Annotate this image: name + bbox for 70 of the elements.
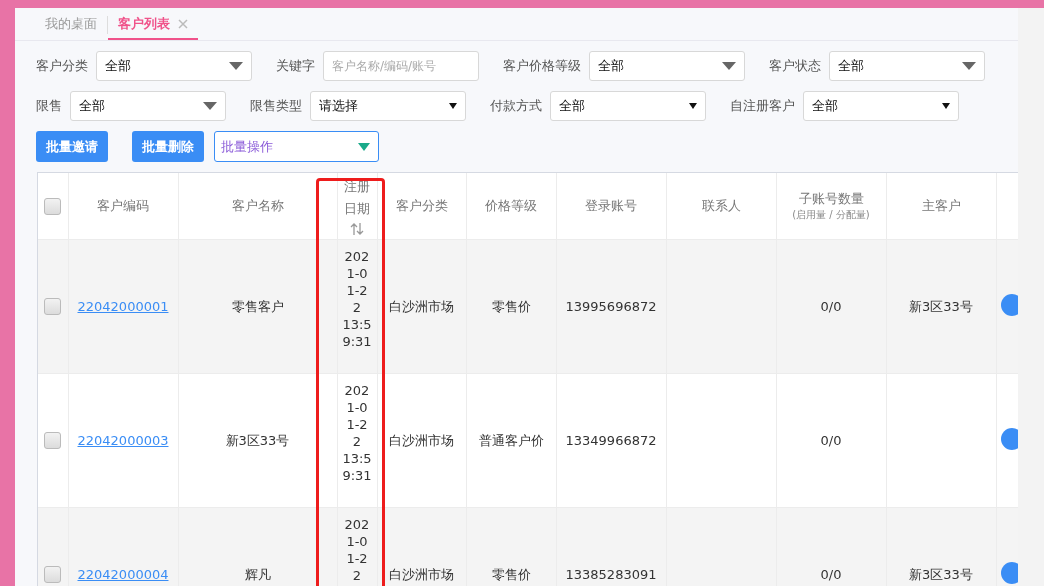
price-cell: 零售价 xyxy=(491,566,531,582)
main-customer-cell: 新3区33号 xyxy=(909,298,973,314)
filter-label: 付款方式 xyxy=(490,97,542,115)
select-field[interactable]: 全部 xyxy=(803,91,959,121)
column-header: 子账号数量 (启用量 / 分配量) xyxy=(792,190,870,222)
select-field[interactable]: 全部 xyxy=(550,91,706,121)
code-link[interactable]: 22042000004 xyxy=(77,567,169,582)
row-checkbox[interactable] xyxy=(44,566,62,583)
account-cell: 13385283091 xyxy=(565,567,657,582)
column-header: 价格等级 xyxy=(485,197,537,215)
count-cell: 0/0 xyxy=(820,567,842,582)
circle-icon[interactable] xyxy=(1001,562,1018,584)
name-cell: 新3区33号 xyxy=(225,432,290,448)
dropdown-icon xyxy=(449,103,457,109)
tab[interactable]: 我的桌面 xyxy=(35,10,107,40)
code-link[interactable]: 22042000001 xyxy=(77,299,169,314)
name-cell: 辉凡 xyxy=(244,566,271,582)
dropdown-icon xyxy=(722,62,736,70)
dropdown-icon xyxy=(358,142,370,151)
filter-label: 自注册客户 xyxy=(730,97,795,115)
select-field[interactable]: 请选择 xyxy=(310,91,466,121)
category-cell: 白沙洲市场 xyxy=(389,432,454,448)
batch-button[interactable]: 批量删除 xyxy=(132,131,204,162)
batch-button[interactable]: 批量邀请 xyxy=(36,131,108,162)
date-cell-text: 2021-01-22 xyxy=(343,516,371,584)
select-all-checkbox[interactable] xyxy=(44,197,62,215)
filter-label: 限售类型 xyxy=(250,97,302,115)
select-field[interactable]: 全部 xyxy=(829,51,985,81)
column-header: 联系人 xyxy=(701,197,741,215)
account-cell: 13349966872 xyxy=(565,433,657,448)
filter-label: 客户状态 xyxy=(769,57,821,75)
select-field[interactable]: 全部 xyxy=(96,51,252,81)
column-header: 客户名称 xyxy=(231,197,284,215)
sort-icon[interactable] xyxy=(350,222,364,236)
keyword-field[interactable]: 客户名称/编码/账号 xyxy=(323,51,479,81)
row-checkbox[interactable] xyxy=(44,432,62,449)
filter-label: 客户价格等级 xyxy=(503,57,581,75)
row-checkbox[interactable] xyxy=(44,298,62,315)
column-header: 登录账号 xyxy=(585,197,637,215)
tab[interactable]: 客户列表 xyxy=(108,10,198,40)
dropdown-icon xyxy=(962,62,976,70)
account-cell: 13995696872 xyxy=(565,299,657,314)
dropdown-icon xyxy=(942,103,950,109)
count-cell: 0/0 xyxy=(820,299,842,314)
select-field[interactable]: 全部 xyxy=(70,91,226,121)
price-cell: 普通客户价 xyxy=(478,432,544,448)
date-cell-text: 2021-01-22 13:59:31 xyxy=(341,382,373,484)
count-cell: 0/0 xyxy=(820,433,842,448)
circle-icon[interactable] xyxy=(1001,294,1018,316)
filter-label: 客户分类 xyxy=(36,57,88,75)
batch-select[interactable]: 批量操作 xyxy=(214,131,379,162)
price-cell: 零售价 xyxy=(491,298,531,314)
column-header: 主客户 xyxy=(921,197,961,215)
filter-label: 关键字 xyxy=(276,57,315,75)
select-field[interactable]: 全部 xyxy=(589,51,745,81)
dropdown-icon xyxy=(689,103,697,109)
category-cell: 白沙洲市场 xyxy=(389,566,454,582)
category-cell: 白沙洲市场 xyxy=(389,298,454,314)
code-link[interactable]: 22042000003 xyxy=(77,433,169,448)
close-icon[interactable] xyxy=(178,19,188,29)
date-cell-text: 2021-01-22 13:59:31 xyxy=(341,248,373,350)
column-header: 注册日期 xyxy=(343,176,371,236)
filter-label: 限售 xyxy=(36,97,62,115)
main-customer-cell: 新3区33号 xyxy=(909,566,973,582)
name-cell: 零售客户 xyxy=(231,298,284,314)
column-header: 客户分类 xyxy=(395,197,448,215)
column-header: 客户编码 xyxy=(97,197,149,215)
circle-icon[interactable] xyxy=(1001,428,1018,450)
dropdown-icon xyxy=(203,102,217,110)
dropdown-icon xyxy=(229,62,243,70)
